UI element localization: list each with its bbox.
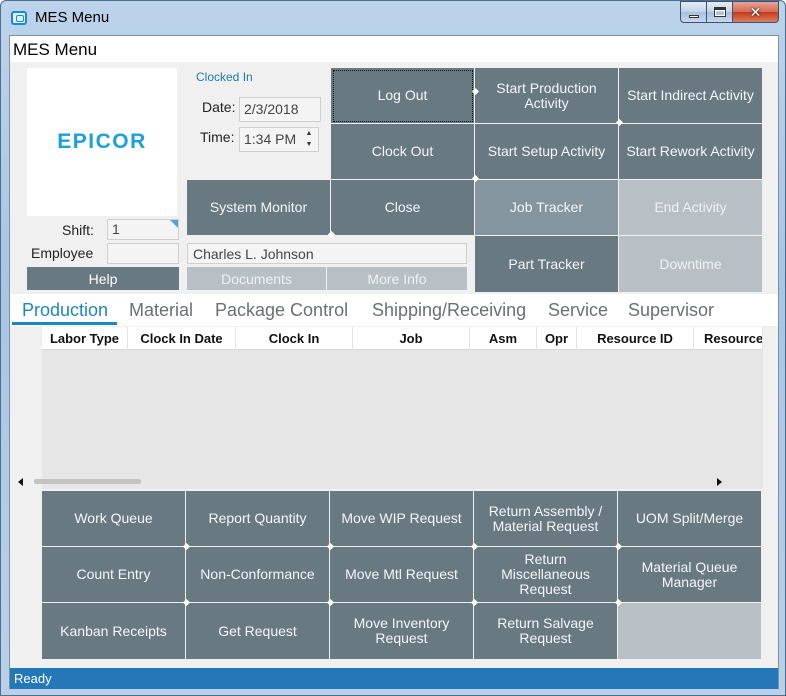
- empty-tile: [618, 603, 762, 660]
- minimize-button[interactable]: [680, 1, 707, 23]
- time-label: Time:: [200, 129, 235, 145]
- tab-production[interactable]: Production: [22, 300, 108, 321]
- column-header[interactable]: Job: [353, 327, 470, 350]
- scroll-left-icon[interactable]: [18, 478, 23, 486]
- column-header[interactable]: Resource: [694, 327, 763, 350]
- tab-service[interactable]: Service: [548, 300, 608, 321]
- start-rework-button[interactable]: Start Rework Activity: [619, 124, 763, 180]
- time-spinner[interactable]: ▲ ▼: [302, 128, 316, 150]
- employee-name-field: Charles L. Johnson: [187, 243, 467, 264]
- kanban-receipts-button[interactable]: Kanban Receipts: [42, 603, 186, 660]
- clock-out-button[interactable]: Clock Out: [331, 124, 475, 180]
- logo: EPICOR: [27, 68, 177, 216]
- page-title: MES Menu: [10, 36, 778, 62]
- status-bar: Ready: [10, 668, 778, 689]
- return-salvage-request-button[interactable]: Return Salvage Request: [474, 603, 618, 660]
- get-request-button[interactable]: Get Request: [186, 603, 330, 660]
- tab-material[interactable]: Material: [129, 300, 193, 321]
- window-title: MES Menu: [35, 9, 110, 26]
- spin-down-icon[interactable]: ▼: [306, 141, 313, 148]
- column-header[interactable]: Clock In Date: [128, 327, 236, 350]
- scroll-thumb[interactable]: [34, 479, 141, 484]
- return-misc-request-button[interactable]: Return Miscellaneous Request: [474, 547, 618, 603]
- part-tracker-button[interactable]: Part Tracker: [475, 236, 619, 293]
- date-label: Date:: [202, 99, 236, 115]
- move-wip-request-button[interactable]: Move WIP Request: [330, 491, 474, 547]
- app-window: MES Menu ✕ MES Menu EPICOR Clocked In Da…: [0, 0, 786, 696]
- tab-shipping-receiving[interactable]: Shipping/Receiving: [372, 300, 526, 321]
- date-field[interactable]: 2/3/2018: [239, 97, 321, 122]
- clocked-in-status: Clocked In: [196, 70, 253, 84]
- close-icon: ✕: [749, 3, 762, 20]
- move-inventory-request-button[interactable]: Move Inventory Request: [330, 603, 474, 660]
- logo-text: EPICOR: [57, 130, 147, 153]
- column-header[interactable]: Asm: [470, 327, 537, 350]
- labor-grid[interactable]: Labor Type Clock In Date Clock In Job As…: [42, 327, 763, 489]
- column-header[interactable]: Opr: [537, 327, 577, 350]
- end-activity-button[interactable]: End Activity: [619, 180, 763, 236]
- column-header[interactable]: Labor Type: [42, 327, 128, 350]
- report-quantity-button[interactable]: Report Quantity: [186, 491, 330, 547]
- start-indirect-button[interactable]: Start Indirect Activity: [619, 68, 763, 124]
- close-button[interactable]: Close: [331, 180, 475, 236]
- material-queue-manager-button[interactable]: Material Queue Manager: [618, 547, 762, 603]
- shift-label: Shift:: [62, 222, 94, 238]
- return-assembly-button[interactable]: Return Assembly / Material Request: [474, 491, 618, 547]
- more-info-button[interactable]: More Info: [327, 267, 467, 290]
- info-panel: EPICOR Clocked In Date: 2/3/2018 Time: 1…: [10, 62, 778, 294]
- scroll-right-icon[interactable]: [717, 478, 722, 486]
- maximize-button[interactable]: [707, 1, 733, 23]
- job-tracker-button[interactable]: Job Tracker: [475, 180, 619, 236]
- count-entry-button[interactable]: Count Entry: [42, 547, 186, 603]
- close-window-button[interactable]: ✕: [733, 1, 779, 23]
- app-icon: [11, 11, 27, 25]
- non-conformance-button[interactable]: Non-Conformance: [186, 547, 330, 603]
- start-production-button[interactable]: Start Production Activity: [475, 68, 619, 124]
- tab-supervisor[interactable]: Supervisor: [628, 300, 714, 321]
- help-button[interactable]: Help: [27, 267, 179, 290]
- dropdown-corner-icon: [170, 220, 178, 228]
- work-queue-button[interactable]: Work Queue: [42, 491, 186, 547]
- start-setup-button[interactable]: Start Setup Activity: [475, 124, 619, 180]
- column-header[interactable]: Clock In: [236, 327, 353, 350]
- grid-header: Labor Type Clock In Date Clock In Job As…: [42, 327, 763, 350]
- minimize-icon: [688, 14, 699, 18]
- horizontal-scrollbar[interactable]: [10, 473, 731, 491]
- employee-label: Employee: [31, 245, 94, 261]
- client-area: MES Menu EPICOR Clocked In Date: 2/3/201…: [9, 35, 779, 689]
- documents-button[interactable]: Documents: [187, 267, 326, 290]
- downtime-button[interactable]: Downtime: [619, 236, 763, 293]
- employee-id-field[interactable]: [107, 243, 179, 264]
- maximize-icon: [713, 7, 726, 17]
- spin-up-icon[interactable]: ▲: [306, 130, 313, 137]
- system-monitor-button[interactable]: System Monitor: [187, 180, 331, 236]
- uom-split-merge-button[interactable]: UOM Split/Merge: [618, 491, 762, 547]
- log-out-button[interactable]: Log Out: [331, 68, 475, 124]
- active-tab-indicator: [12, 322, 117, 325]
- move-mtl-request-button[interactable]: Move Mtl Request: [330, 547, 474, 603]
- shift-value: 1: [112, 221, 120, 237]
- tab-package-control[interactable]: Package Control: [215, 300, 348, 321]
- title-bar[interactable]: MES Menu ✕: [1, 1, 785, 35]
- tab-bar: Production Material Package Control Ship…: [10, 294, 778, 326]
- shift-field[interactable]: 1: [107, 219, 179, 240]
- column-header[interactable]: Resource ID: [577, 327, 694, 350]
